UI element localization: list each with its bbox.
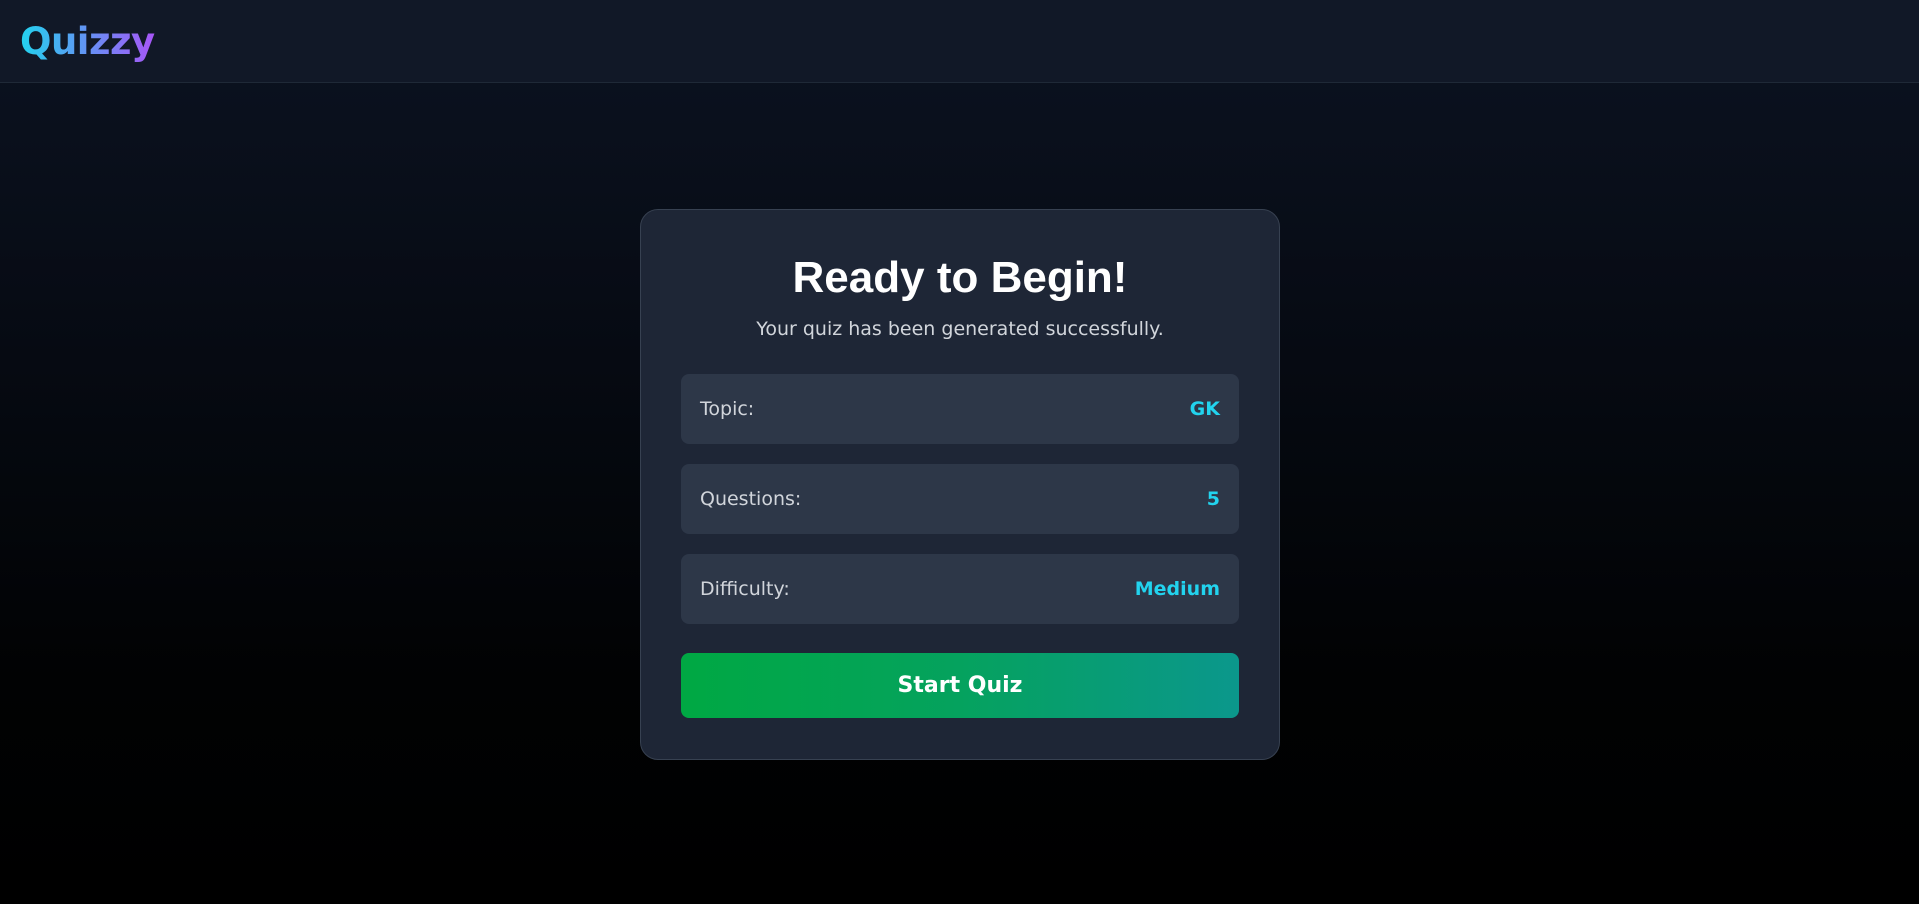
difficulty-value: Medium	[1134, 578, 1220, 600]
questions-row: Questions: 5	[681, 464, 1239, 534]
difficulty-row: Difficulty: Medium	[681, 554, 1239, 624]
questions-label: Questions:	[700, 488, 802, 510]
card-title: Ready to Begin!	[792, 253, 1128, 302]
questions-value: 5	[1206, 488, 1220, 510]
app-logo[interactable]: Quizzy	[20, 18, 155, 66]
topic-value: GK	[1189, 398, 1220, 420]
top-navbar: Quizzy	[0, 0, 1919, 83]
difficulty-label: Difficulty:	[700, 578, 790, 600]
quiz-ready-card: Ready to Begin! Your quiz has been gener…	[640, 209, 1280, 760]
card-subtitle: Your quiz has been generated successfull…	[756, 318, 1164, 340]
topic-label: Topic:	[700, 398, 755, 420]
start-quiz-button[interactable]: Start Quiz	[681, 653, 1239, 718]
topic-row: Topic: GK	[681, 374, 1239, 444]
